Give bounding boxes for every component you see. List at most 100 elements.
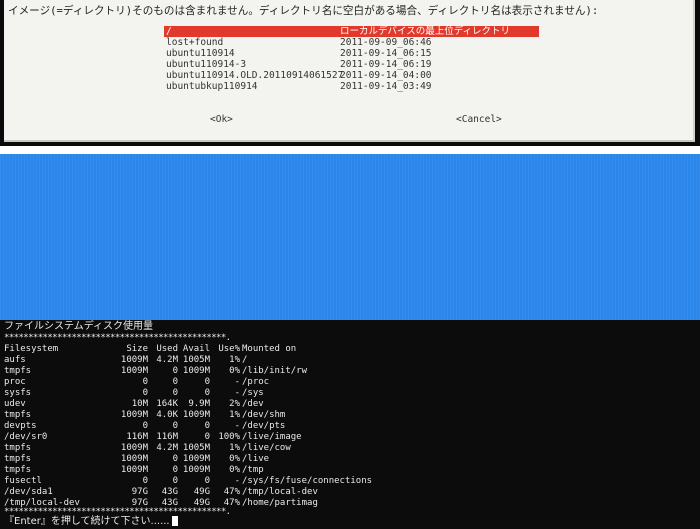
df-cell-filesystem: /dev/sr0: [4, 432, 48, 442]
df-cell-filesystem: tmpfs: [4, 410, 32, 420]
df-cell-used: 164K: [156, 399, 178, 409]
df-row: fusectl 0 0 0 -/sys/fs/fuse/connections: [4, 476, 700, 487]
df-cell-mounted-on: /sys/fs/fuse/connections: [242, 476, 373, 486]
df-cell-avail: 0: [204, 377, 210, 387]
df-cell-mounted-on: /live/cow: [242, 443, 291, 453]
df-cell-used: 4.2M: [156, 443, 178, 453]
df-cell-avail: 0: [204, 432, 210, 442]
df-cell-filesystem: proc: [4, 377, 26, 387]
df-cell-avail: 1005M: [182, 355, 210, 365]
df-cell-use-percent: 0%: [229, 454, 240, 464]
df-cell-size: 1009M: [120, 410, 148, 420]
df-cell-mounted-on: /dev/shm: [242, 410, 286, 420]
df-row: tmpfs 1009M 4.2M 1005M 1%/live/cow: [4, 443, 700, 454]
df-cell-use-percent: -: [234, 421, 240, 431]
df-cell-filesystem: fusectl: [4, 476, 42, 486]
directory-list: / ローカルデバイスの最上位ディレクトリ lost+found 2011-09-09_…: [164, 26, 539, 92]
df-cell-filesystem: udev: [4, 399, 26, 409]
df-cell-avail: 49G: [193, 487, 210, 497]
directory-select-dialog: イメージ(=ディレクトリ)そのものは含まれません。ディレクトリ名に空白がある場合…: [4, 0, 695, 142]
df-cell-avail: 1009M: [182, 454, 210, 464]
df-cell-use-percent: 47%: [223, 487, 240, 497]
df-cell-avail: 0: [204, 476, 210, 486]
header-size: Size: [126, 344, 148, 354]
directory-list-item[interactable]: / ローカルデバイスの最上位ディレクトリ: [164, 26, 539, 37]
df-cell-size: 1009M: [120, 454, 148, 464]
df-cell-size: 1009M: [120, 443, 148, 453]
df-cell-size: 0: [142, 421, 148, 431]
df-cell-use-percent: 1%: [229, 355, 240, 365]
df-cell-use-percent: 0%: [229, 465, 240, 475]
directory-date: 2011-09-09_06:46: [340, 37, 432, 48]
directory-name: ubuntu110914-3: [166, 59, 247, 70]
df-cell-size: 0: [142, 377, 148, 387]
df-cell-use-percent: -: [234, 388, 240, 398]
enter-prompt[interactable]: 『Enter』を押して続けて下さい......: [4, 516, 178, 527]
df-cell-filesystem: tmpfs: [4, 465, 32, 475]
df-cell-used: 0: [172, 366, 178, 376]
df-cell-mounted-on: /dev/pts: [242, 421, 286, 431]
df-cell-filesystem: tmpfs: [4, 366, 32, 376]
df-row: tmpfs 1009M 0 1009M 0%/live: [4, 454, 700, 465]
dialog-instruction-text: イメージ(=ディレクトリ)そのものは含まれません。ディレクトリ名に空白がある場合…: [8, 5, 599, 17]
df-cell-mounted-on: /dev: [242, 399, 264, 409]
directory-date: 2011-09-14_03:49: [340, 81, 432, 92]
df-row: /dev/sda1 97G 43G 49G 47%/tmp/local-dev: [4, 487, 700, 498]
df-cell-avail: 1009M: [182, 366, 210, 376]
directory-name: ubuntubkup110914: [166, 81, 258, 92]
directory-list-item[interactable]: ubuntu110914 2011-09-14_06:15: [164, 48, 539, 59]
directory-list-item[interactable]: lost+found 2011-09-09_06:46: [164, 37, 539, 48]
df-cell-mounted-on: /home/partimag: [242, 498, 318, 508]
directory-date: 2011-09-14_06:15: [340, 48, 432, 59]
ok-button[interactable]: <Ok>: [210, 114, 233, 125]
cursor-block: [171, 516, 178, 526]
df-cell-mounted-on: /tmp: [242, 465, 264, 475]
enter-prompt-text: 『Enter』を押して続けて下さい......: [4, 516, 170, 527]
df-cell-mounted-on: /sys: [242, 388, 264, 398]
df-row: sysfs 0 0 0 -/sys: [4, 388, 700, 399]
df-cell-used: 0: [172, 454, 178, 464]
directory-list-item[interactable]: ubuntubkup110914 2011-09-14_03:49: [164, 81, 539, 92]
df-row: aufs 1009M 4.2M 1005M 1% /: [4, 355, 700, 366]
df-row: tmpfs 1009M 4.0K 1009M 1%/dev/shm: [4, 410, 700, 421]
df-cell-used: 0: [172, 465, 178, 475]
directory-list-item[interactable]: ubuntu110914-3 2011-09-14_06:19: [164, 59, 539, 70]
df-row: /dev/sr0 116M 116M 0 100%/live/image: [4, 432, 700, 443]
df-cell-filesystem: /dev/sda1: [4, 487, 53, 497]
df-cell-used: 4.0K: [156, 410, 178, 420]
header-use-percent: Use%: [218, 344, 240, 354]
df-row: devpts 0 0 0 -/dev/pts: [4, 421, 700, 432]
df-cell-mounted-on: /proc: [242, 377, 270, 387]
df-cell-mounted-on: /tmp/local-dev: [242, 487, 318, 497]
df-cell-use-percent: -: [234, 377, 240, 387]
df-cell-avail: 0: [204, 421, 210, 431]
cancel-button[interactable]: <Cancel>: [456, 114, 502, 125]
terminal-title: ファイルシステムディスク使用量: [4, 321, 153, 332]
df-cell-used: 116M: [156, 432, 178, 442]
directory-name: lost+found: [166, 37, 224, 48]
df-cell-avail: 0: [204, 388, 210, 398]
terminal-output: ファイルシステムディスク使用量 ************************…: [0, 320, 700, 529]
df-cell-size: 1009M: [120, 465, 148, 475]
df-cell-used: 0: [172, 377, 178, 387]
df-cell-mounted-on: /live: [242, 454, 270, 464]
band-separator: [0, 146, 700, 154]
directory-list-item[interactable]: ubuntu110914.OLD.20110914061527 2011-09-1…: [164, 70, 539, 81]
df-cell-used: 0: [172, 476, 178, 486]
directory-date: ローカルデバイスの最上位ディレクトリ: [340, 26, 511, 37]
df-cell-size: 97G: [131, 487, 148, 497]
df-cell-size: 0: [142, 388, 148, 398]
df-cell-use-percent: 2%: [229, 399, 240, 409]
df-row: tmpfs 1009M 0 1009M 0%/lib/init/rw: [4, 366, 700, 377]
df-cell-size: 10M: [131, 399, 148, 409]
df-cell-mounted-on: /: [242, 355, 248, 365]
df-cell-avail: 9.9M: [188, 399, 210, 409]
df-cell-used: 43G: [161, 487, 178, 497]
header-used: Used: [156, 344, 178, 354]
df-cell-use-percent: 1%: [229, 443, 240, 453]
df-cell-filesystem: tmpfs: [4, 443, 32, 453]
df-cell-mounted-on: /lib/init/rw: [242, 366, 308, 376]
df-cell-used: 0: [172, 388, 178, 398]
df-row: proc 0 0 0 -/proc: [4, 377, 700, 388]
df-cell-filesystem: devpts: [4, 421, 37, 431]
